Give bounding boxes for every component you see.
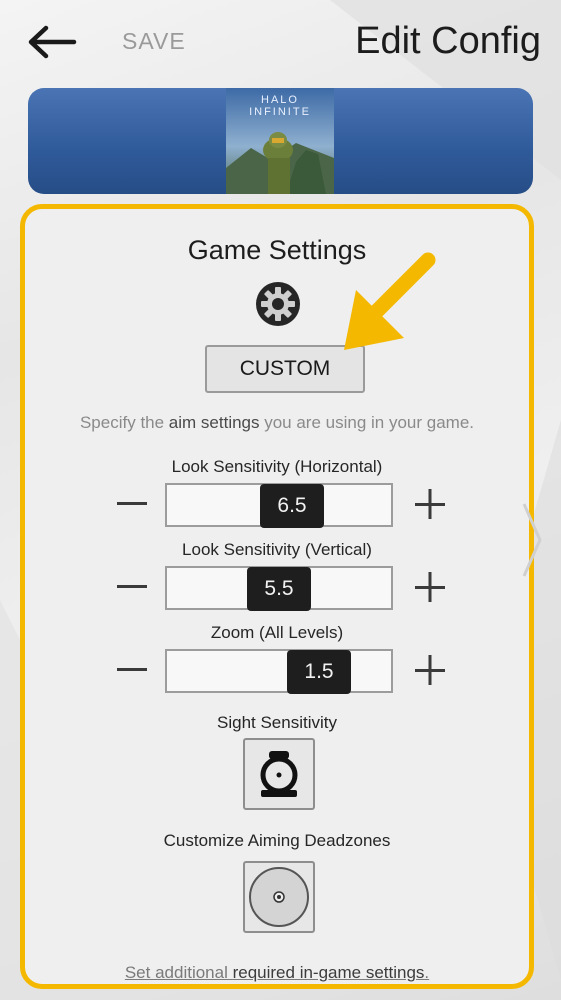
- decrease-zoom-button[interactable]: [115, 653, 149, 687]
- decrease-vertical-button[interactable]: [115, 570, 149, 604]
- slider-thumb-vertical[interactable]: 5.5: [247, 567, 311, 611]
- game-logo-line2: INFINITE: [249, 106, 311, 118]
- plus-icon: [415, 655, 445, 685]
- look-sensitivity-vertical-slider[interactable]: 5.5: [165, 566, 393, 611]
- game-settings-panel: Game Settings CUSTOM Specify the aim set…: [20, 204, 534, 989]
- chevron-right-icon[interactable]: [518, 500, 548, 580]
- increase-horizontal-button[interactable]: [413, 487, 447, 521]
- look-sensitivity-vertical-label: Look Sensitivity (Vertical): [182, 540, 372, 559]
- aiming-deadzones-label: Customize Aiming Deadzones: [163, 831, 391, 850]
- back-button[interactable]: [22, 18, 82, 66]
- page-title: Edit Config: [355, 20, 541, 62]
- aim-settings-hint: Specify the aim settings you are using i…: [79, 413, 475, 432]
- game-cover-art: HALO INFINITE: [226, 88, 334, 194]
- custom-mode-button[interactable]: CUSTOM: [205, 345, 365, 393]
- minus-icon: [117, 502, 147, 505]
- scope-sight-icon: [260, 751, 298, 797]
- deadzone-disc-icon: [249, 867, 309, 927]
- look-sensitivity-horizontal-label: Look Sensitivity (Horizontal): [171, 457, 383, 476]
- increase-zoom-button[interactable]: [413, 653, 447, 687]
- gear-icon: [256, 282, 300, 326]
- slider-thumb-zoom[interactable]: 1.5: [287, 650, 351, 694]
- zoom-all-levels-slider[interactable]: 1.5: [165, 649, 393, 694]
- slider-thumb-horizontal[interactable]: 6.5: [260, 484, 324, 528]
- aiming-deadzones-button[interactable]: [243, 861, 315, 933]
- game-banner: HALO INFINITE: [28, 88, 533, 194]
- game-logo-line1: HALO: [261, 94, 299, 106]
- save-button[interactable]: SAVE: [122, 28, 186, 55]
- minus-icon: [117, 668, 147, 671]
- sight-sensitivity-label: Sight Sensitivity: [217, 713, 337, 732]
- plus-icon: [415, 489, 445, 519]
- additional-settings-link[interactable]: Set additional required in-game settings…: [25, 963, 529, 983]
- zoom-all-levels-label: Zoom (All Levels): [210, 623, 344, 642]
- increase-vertical-button[interactable]: [413, 570, 447, 604]
- sight-sensitivity-button[interactable]: [243, 738, 315, 810]
- plus-icon: [415, 572, 445, 602]
- minus-icon: [117, 585, 147, 588]
- top-bar: SAVE Edit Config: [0, 0, 561, 88]
- section-title: Game Settings: [187, 235, 367, 265]
- decrease-horizontal-button[interactable]: [115, 487, 149, 521]
- look-sensitivity-horizontal-slider[interactable]: 6.5: [165, 483, 393, 528]
- arrow-left-icon: [28, 25, 77, 59]
